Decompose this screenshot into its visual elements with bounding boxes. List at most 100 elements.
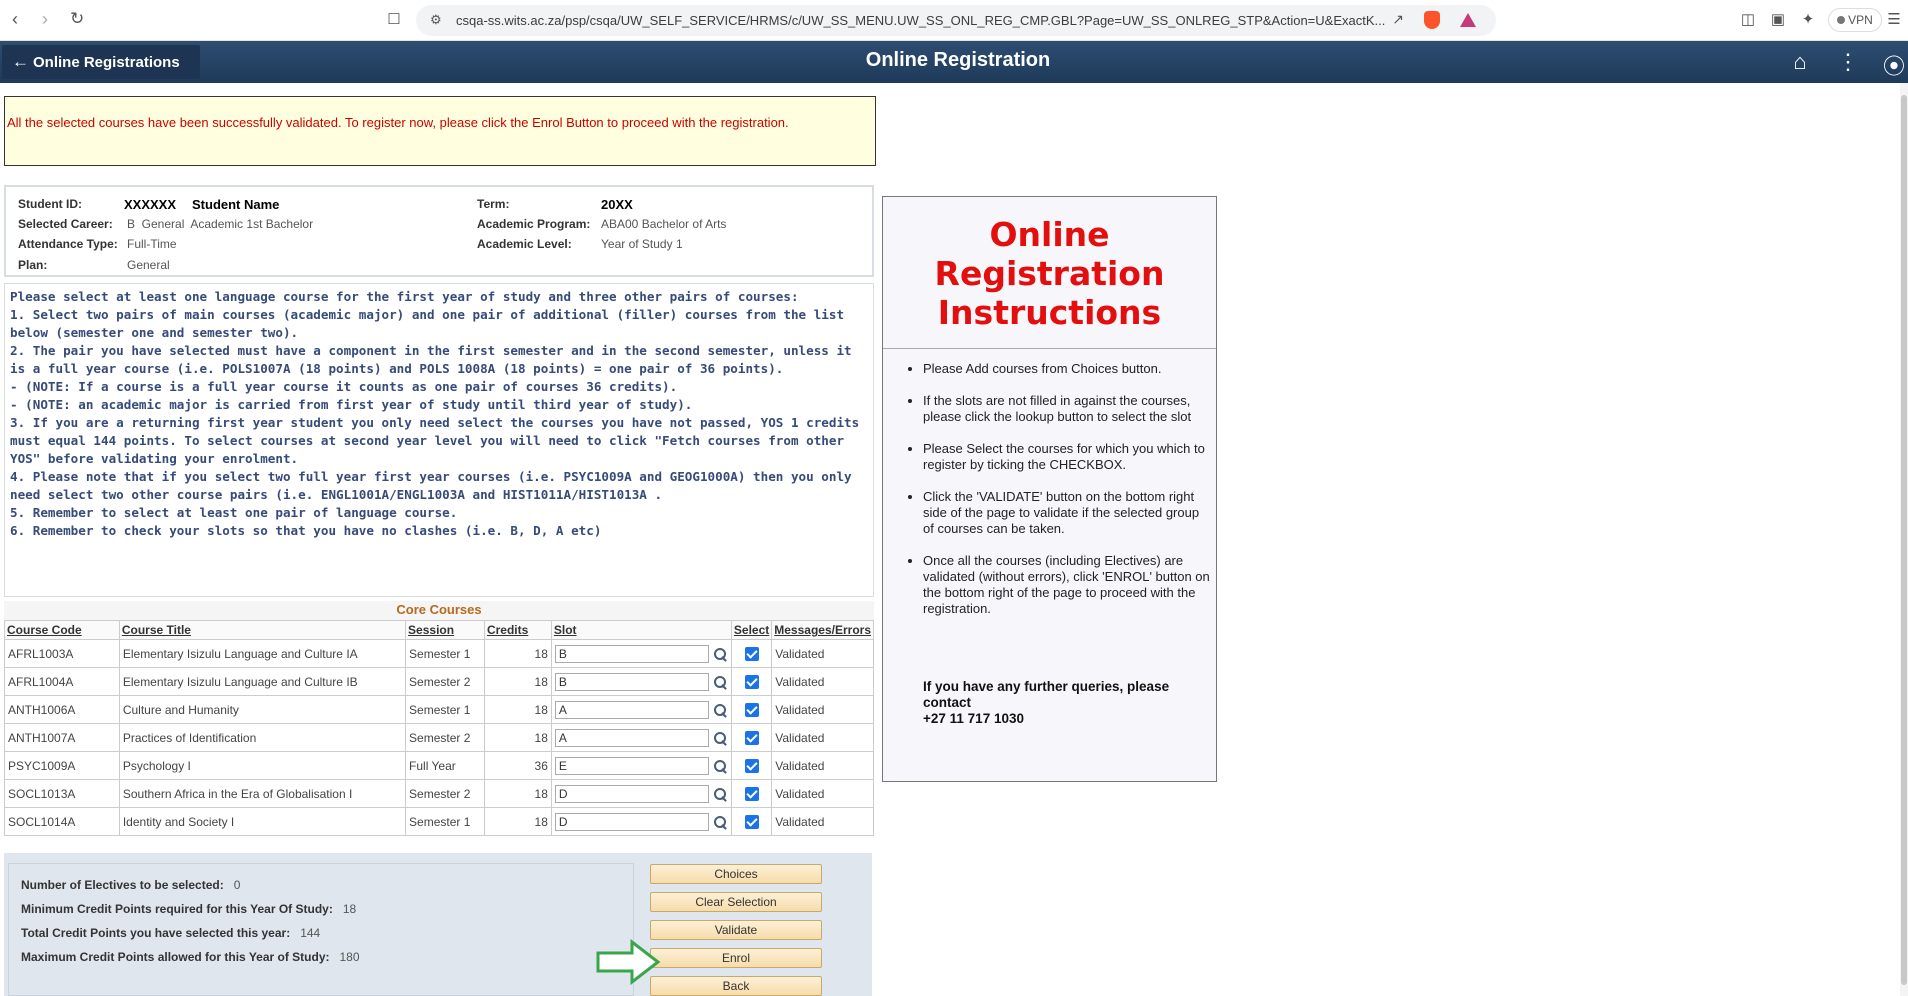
lookup-icon[interactable] bbox=[712, 730, 728, 746]
app-header: ← Online Registrations Online Registratio… bbox=[0, 41, 1908, 83]
lookup-icon[interactable] bbox=[712, 814, 728, 830]
slot-cell bbox=[550, 723, 732, 752]
select-checkbox[interactable] bbox=[744, 702, 759, 717]
slot-cell bbox=[550, 695, 732, 724]
column-header-credits[interactable]: Credits bbox=[483, 620, 552, 640]
instruction-line: 1. Select two pairs of main courses (aca… bbox=[10, 307, 852, 340]
course-status: Validated bbox=[771, 779, 874, 808]
back-button[interactable]: Back bbox=[650, 976, 822, 996]
lookup-icon[interactable] bbox=[712, 646, 728, 662]
course-status: Validated bbox=[771, 639, 874, 668]
column-header-course-title[interactable]: Course Title bbox=[118, 620, 407, 640]
enrol-button[interactable]: Enrol bbox=[650, 948, 822, 968]
home-icon[interactable]: ⌂ bbox=[1786, 49, 1814, 75]
select-checkbox[interactable] bbox=[744, 786, 759, 801]
reload-icon[interactable]: ↻ bbox=[70, 9, 84, 29]
course-title: Psychology I bbox=[118, 751, 407, 780]
course-credits: 18 bbox=[483, 639, 552, 668]
total-credits-row: Total Credit Points you have selected th… bbox=[21, 926, 320, 940]
column-header-course-code[interactable]: Course Code bbox=[4, 620, 120, 640]
column-header-messages[interactable]: Messages/Errors bbox=[771, 620, 874, 640]
bookmark-icon[interactable]: ☐ bbox=[384, 10, 404, 30]
vpn-status-icon bbox=[1837, 16, 1846, 24]
course-title: Practices of Identification bbox=[118, 723, 407, 752]
share-icon[interactable]: ↗ bbox=[1392, 11, 1404, 28]
vpn-button[interactable]: VPN bbox=[1828, 8, 1882, 32]
slot-cell bbox=[550, 639, 732, 668]
slot-input[interactable] bbox=[554, 784, 709, 803]
slot-input[interactable] bbox=[554, 756, 709, 775]
select-checkbox[interactable] bbox=[744, 758, 759, 773]
contact-phone: +27 11 717 1030 bbox=[923, 711, 1024, 726]
clear-selection-button[interactable]: Clear Selection bbox=[650, 892, 822, 912]
lookup-icon[interactable] bbox=[712, 702, 728, 718]
slot-cell bbox=[550, 779, 732, 808]
level-label: Academic Level: bbox=[477, 237, 572, 251]
course-credits: 36 bbox=[483, 751, 552, 780]
choices-button[interactable]: Choices bbox=[650, 864, 822, 884]
leo-ai-icon[interactable]: ✦ bbox=[1798, 10, 1818, 30]
total-credits-value: 144 bbox=[300, 926, 321, 940]
max-credits-label: Maximum Credit Points allowed for this Y… bbox=[21, 950, 330, 964]
registration-actions-panel: Number of Electives to be selected: 0 Min… bbox=[4, 853, 872, 996]
lookup-icon[interactable] bbox=[712, 674, 728, 690]
select-cell bbox=[730, 779, 773, 808]
instruction-line: 4. Please note that if you select two fu… bbox=[10, 469, 860, 502]
career-label: Selected Career: bbox=[18, 217, 113, 231]
student-name-value: Student Name bbox=[192, 197, 280, 212]
lookup-icon[interactable] bbox=[712, 758, 728, 774]
wallet-icon[interactable]: ▣ bbox=[1768, 10, 1788, 30]
slot-input[interactable] bbox=[554, 644, 709, 663]
select-checkbox[interactable] bbox=[744, 730, 759, 745]
forward-arrow-icon[interactable]: › bbox=[42, 9, 48, 30]
contact-info: If you have any further queries, please … bbox=[923, 679, 1213, 727]
instruction-line: 5. Remember to select at least one pair … bbox=[10, 505, 458, 520]
column-header-session[interactable]: Session bbox=[405, 620, 485, 640]
electives-label: Number of Electives to be selected: bbox=[21, 878, 224, 892]
term-label: Term: bbox=[477, 197, 510, 211]
table-row: PSYC1009A Psychology I Full Year 36 Vali… bbox=[4, 751, 874, 780]
select-checkbox[interactable] bbox=[744, 674, 759, 689]
table-row: AFRL1004A Elementary Isizulu Language an… bbox=[4, 667, 874, 696]
column-header-slot[interactable]: Slot bbox=[550, 620, 732, 640]
validate-button[interactable]: Validate bbox=[650, 920, 822, 940]
brave-shields-icon[interactable] bbox=[1424, 11, 1440, 29]
page-title: Online Registration bbox=[865, 49, 1051, 71]
instructions-list-item: Once all the courses (including Elective… bbox=[923, 553, 1216, 617]
select-cell bbox=[730, 723, 773, 752]
course-status: Validated bbox=[771, 695, 874, 724]
table-row: ANTH1007A Practices of Identification Se… bbox=[4, 723, 874, 752]
column-header-select[interactable]: Select bbox=[730, 620, 773, 640]
program-label: Academic Program: bbox=[477, 217, 591, 231]
brave-rewards-icon[interactable] bbox=[1460, 13, 1476, 27]
page-scrollbar-thumb[interactable] bbox=[1901, 95, 1907, 985]
slot-input[interactable] bbox=[554, 700, 709, 719]
lookup-icon[interactable] bbox=[712, 786, 728, 802]
max-credits-row: Maximum Credit Points allowed for this Y… bbox=[21, 950, 360, 964]
slot-input[interactable] bbox=[554, 728, 709, 747]
total-credits-label: Total Credit Points you have selected th… bbox=[21, 926, 291, 940]
back-arrow-icon[interactable]: ‹ bbox=[12, 9, 18, 30]
slot-input[interactable] bbox=[554, 672, 709, 691]
max-credits-value: 180 bbox=[339, 950, 360, 964]
site-settings-icon[interactable]: ⚙ bbox=[430, 12, 442, 28]
select-checkbox[interactable] bbox=[744, 814, 759, 829]
menu-icon[interactable]: ☰ bbox=[1884, 10, 1904, 30]
plan-value: General bbox=[127, 258, 170, 272]
table-row: AFRL1003A Elementary Isizulu Language an… bbox=[4, 639, 874, 668]
course-session: Semester 1 bbox=[405, 807, 485, 836]
browser-toolbar: ‹ › ↻ ☐ ⚙ csqa-ss.wits.ac.za/psp/csqa/UW… bbox=[0, 0, 1908, 41]
course-session: Semester 2 bbox=[405, 723, 485, 752]
credit-summary: Number of Electives to be selected: 0 Min… bbox=[8, 863, 634, 996]
course-title: Elementary Isizulu Language and Culture … bbox=[118, 639, 407, 668]
navigator-compass-icon[interactable]: ⦿ bbox=[1880, 49, 1908, 81]
address-bar[interactable]: ⚙ csqa-ss.wits.ac.za/psp/csqa/UW_SELF_SE… bbox=[416, 5, 1496, 36]
course-code: SOCL1014A bbox=[4, 807, 120, 836]
sidebar-icon[interactable]: ◫ bbox=[1738, 10, 1758, 30]
actions-menu-icon[interactable]: ⋮ bbox=[1834, 49, 1862, 75]
select-checkbox[interactable] bbox=[744, 646, 759, 661]
min-credits-row: Minimum Credit Points required for this … bbox=[21, 902, 356, 916]
attendance-label: Attendance Type: bbox=[18, 237, 118, 251]
slot-input[interactable] bbox=[554, 812, 709, 831]
attendance-value: Full-Time bbox=[127, 237, 177, 251]
